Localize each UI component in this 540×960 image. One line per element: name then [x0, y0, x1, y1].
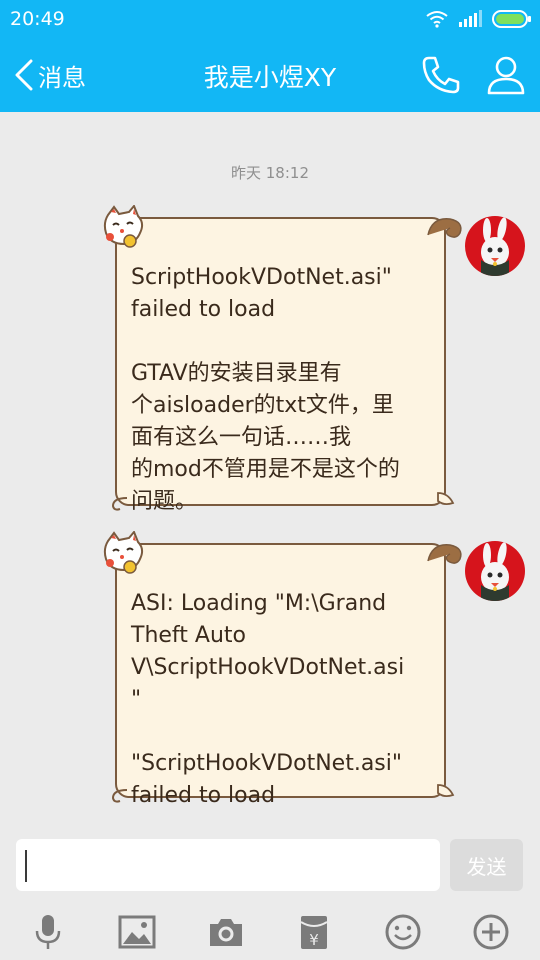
wifi-icon: [426, 11, 448, 28]
red-packet-icon[interactable]: ¥: [294, 912, 334, 952]
rabbit-avatar-icon: [481, 217, 509, 276]
swirl-decoration: [427, 544, 462, 564]
camera-icon[interactable]: [206, 912, 246, 952]
emoji-icon[interactable]: [383, 912, 423, 952]
message-input[interactable]: [16, 839, 440, 891]
signal-icon: [459, 10, 482, 27]
composer: 发送 ¥: [0, 826, 540, 960]
nav-bar: 消息 我是小煜XY: [0, 38, 540, 112]
profile-icon[interactable]: [486, 54, 526, 96]
tail-decoration: [437, 492, 455, 506]
lucky-cat-decoration: [103, 531, 144, 574]
tail-decoration: [437, 784, 455, 798]
avatar[interactable]: [465, 216, 525, 276]
text-cursor: [25, 850, 27, 882]
rabbit-avatar-icon: [481, 542, 509, 601]
svg-text:¥: ¥: [309, 931, 319, 949]
battery-icon: [492, 10, 531, 28]
microphone-icon[interactable]: [28, 912, 68, 952]
plus-icon[interactable]: [471, 912, 511, 952]
status-time: 20:49: [10, 8, 65, 30]
message-text: ASI: Loading "M:\Grand Theft Auto V\Scri…: [131, 591, 405, 808]
swirl-decoration: [427, 218, 462, 238]
message-bubble[interactable]: ScriptHookVDotNet.asi" failed to load GT…: [103, 205, 462, 514]
curl-decoration: [111, 789, 128, 803]
send-button[interactable]: 发送: [450, 839, 523, 891]
phone-icon[interactable]: [420, 54, 462, 96]
status-bar: 20:49: [0, 0, 540, 38]
chat-timestamp: 昨天 18:12: [231, 164, 309, 182]
avatar[interactable]: [465, 541, 525, 601]
lucky-cat-decoration: [103, 205, 144, 248]
curl-decoration: [111, 497, 128, 511]
status-icons: [426, 9, 532, 29]
composer-toolbar: ¥: [0, 908, 540, 960]
message-text: ScriptHookVDotNet.asi" failed to load GT…: [131, 265, 400, 514]
message-bubble[interactable]: ASI: Loading "M:\Grand Theft Auto V\Scri…: [103, 531, 462, 808]
image-icon[interactable]: [117, 912, 157, 952]
